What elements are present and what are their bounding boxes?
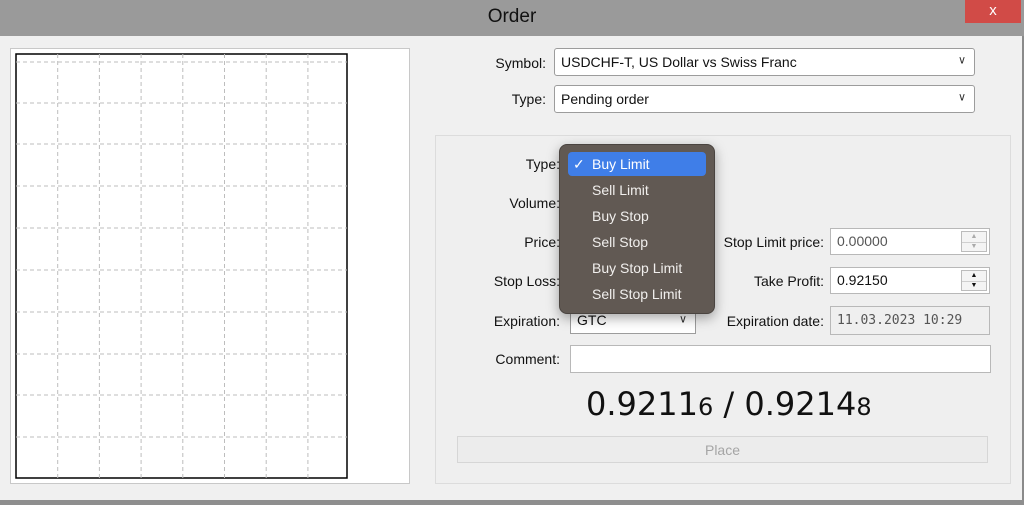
menu-item-sell-limit[interactable]: Sell Limit — [568, 178, 706, 202]
type-dropdown-menu: ✓ Buy Limit Sell Limit Buy Stop Sell Stop… — [559, 144, 715, 314]
chart-panel — [10, 48, 410, 484]
chevron-down-icon: ∨ — [957, 54, 966, 67]
order-type-value: Pending order — [561, 91, 649, 107]
bid-price: 0.92116 — [586, 385, 714, 423]
chart-grid — [15, 53, 348, 479]
symbol-select[interactable]: USDCHF-T, US Dollar vs Swiss Franc ∨ — [554, 48, 975, 76]
quote-display: 0.92116 / 0.92148 — [586, 385, 872, 423]
stop-limit-spinner[interactable]: ▲ ▼ — [961, 231, 987, 252]
expiration-value: GTC — [577, 312, 607, 328]
menu-item-buy-limit[interactable]: ✓ Buy Limit — [568, 152, 706, 176]
take-profit-input[interactable]: 0.92150 ▲ ▼ — [830, 267, 990, 294]
menu-item-sell-stop-limit[interactable]: Sell Stop Limit — [568, 282, 706, 306]
menu-item-buy-stop[interactable]: Buy Stop — [568, 204, 706, 228]
order-type-label: Type: — [511, 91, 546, 107]
order-window: Order x Symbol: USDCHF-T, US Dollar vs S… — [0, 0, 1024, 500]
expiration-date-input: 11.03.2023 10:29 — [830, 306, 990, 335]
window-title: Order — [487, 6, 537, 27]
stop-limit-price-value: 0.00000 — [837, 233, 888, 249]
quote-separator: / — [713, 385, 745, 423]
stop-limit-price-input[interactable]: 0.00000 ▲ ▼ — [830, 228, 990, 255]
expiration-label: Expiration: — [493, 313, 560, 329]
comment-label: Comment: — [495, 351, 560, 367]
price-label: Price: — [524, 234, 560, 250]
menu-item-buy-stop-limit[interactable]: Buy Stop Limit — [568, 256, 706, 280]
take-profit-spinner[interactable]: ▲ ▼ — [961, 270, 987, 291]
comment-input[interactable] — [570, 345, 991, 373]
ask-price: 0.92148 — [744, 385, 872, 423]
volume-label: Volume: — [509, 195, 560, 211]
symbol-label: Symbol: — [495, 55, 546, 71]
spin-down-icon[interactable]: ▼ — [962, 242, 986, 252]
check-icon: ✓ — [573, 156, 585, 172]
symbol-value: USDCHF-T, US Dollar vs Swiss Franc — [561, 54, 797, 70]
close-icon: x — [989, 2, 997, 19]
chart-border — [15, 53, 348, 479]
chevron-down-icon: ∨ — [957, 91, 966, 104]
pending-type-label: Type: — [525, 156, 560, 172]
place-button[interactable]: Place — [457, 436, 988, 463]
order-type-select[interactable]: Pending order ∨ — [554, 85, 975, 113]
spin-down-icon[interactable]: ▼ — [962, 281, 986, 291]
menu-item-sell-stop[interactable]: Sell Stop — [568, 230, 706, 254]
take-profit-label: Take Profit: — [753, 273, 824, 289]
expiration-date-label: Expiration date: — [726, 313, 824, 329]
close-button[interactable]: x — [965, 0, 1021, 23]
take-profit-value: 0.92150 — [837, 272, 888, 288]
stop-loss-label: Stop Loss: — [493, 273, 560, 289]
stop-limit-price-label: Stop Limit price: — [723, 234, 824, 250]
title-bar[interactable]: Order x — [0, 0, 1024, 36]
